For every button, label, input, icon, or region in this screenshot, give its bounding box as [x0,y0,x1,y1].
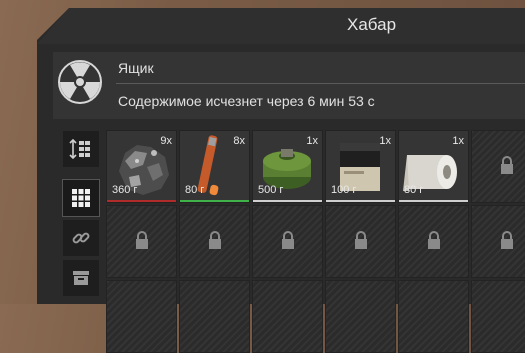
locked-slot [471,205,525,278]
archive-icon [73,271,89,285]
locked-slot [471,280,525,353]
item-weight: 100 г [331,184,357,196]
item-slot-filter[interactable]: 1x 500 г [252,130,323,203]
radiation-icon [58,60,102,104]
item-weight: 80 г [185,184,205,196]
item-quantity: 1x [379,135,391,147]
item-slot-ore[interactable]: 9x 360 г [106,130,177,203]
item-weight: 80 г [404,184,424,196]
item-slot-flare[interactable]: 8x 80 г [179,130,250,203]
despawn-timer: Содержимое исчезнет через 6 мин 53 с [118,93,375,109]
locked-slot [398,205,469,278]
sort-icon [69,138,90,160]
locked-slot [325,205,396,278]
item-quantity: 8x [233,135,245,147]
item-weight: 360 г [112,184,138,196]
divider [116,83,525,84]
locked-slot [106,280,177,353]
sort-button[interactable] [63,131,99,167]
container-name: Ящик [118,60,154,76]
inventory-grid: 9x 360 г 8x 80 г 1x 500 г 1x 100 г 1x 80… [106,130,525,353]
item-slot-toilet-paper[interactable]: 1x 80 г [398,130,469,203]
panel-header [37,8,525,44]
lock-icon [209,231,221,249]
locked-slot [106,205,177,278]
condition-bar [180,200,249,202]
item-quantity: 1x [452,135,464,147]
locked-slot [325,280,396,353]
locked-slot [252,205,323,278]
condition-bar [107,200,176,202]
condition-bar [253,200,322,202]
item-quantity: 9x [160,135,172,147]
grid-icon [72,189,90,207]
link-button[interactable] [63,220,99,256]
lock-icon [428,231,440,249]
locked-slot [252,280,323,353]
lock-icon [501,231,513,249]
lock-icon [355,231,367,249]
lock-icon [136,231,148,249]
item-slot-battery[interactable]: 1x 100 г [325,130,396,203]
lock-icon [282,231,294,249]
condition-bar [399,200,468,202]
item-quantity: 1x [306,135,318,147]
grid-view-button[interactable] [62,179,100,217]
condition-bar [326,200,395,202]
archive-button[interactable] [63,260,99,296]
locked-slot [471,130,525,203]
locked-slot [179,205,250,278]
link-icon [72,232,90,244]
item-weight: 500 г [258,184,284,196]
locked-slot [179,280,250,353]
lock-icon [501,156,513,174]
window-title: Хабар [347,15,397,34]
locked-slot [398,280,469,353]
